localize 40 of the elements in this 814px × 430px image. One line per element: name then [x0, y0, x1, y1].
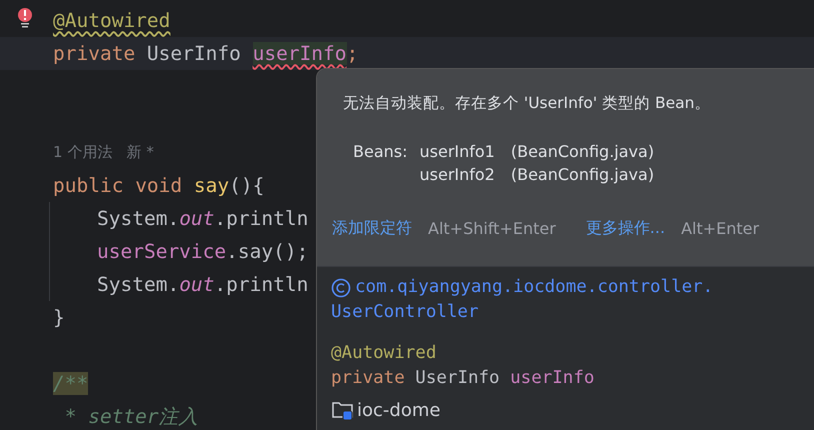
static-field: out [179, 272, 214, 296]
comment-text: * setter注入 [64, 404, 199, 428]
class-icon [331, 278, 351, 298]
field-name: userInfo [510, 368, 594, 388]
keyword-text: public [53, 174, 124, 198]
shortcut-text: Alt+Shift+Enter [428, 219, 556, 238]
beans-label: Beans: [353, 142, 408, 163]
keyword-text: ; [346, 42, 358, 66]
code-text: .say(); [226, 240, 308, 264]
static-field: out [179, 206, 214, 230]
keyword-text: private [331, 368, 406, 388]
class-package[interactable]: com.qiyangyang.iocdome.controller. [355, 275, 714, 300]
annotation-text: @Autowired [331, 343, 436, 363]
keyword-text: private [53, 42, 136, 66]
bean-source: (BeanConfig.java) [510, 142, 654, 161]
action-link[interactable]: 添加限定符 [332, 218, 412, 239]
code-text: UserInfo [146, 42, 242, 66]
keyword-text: void [135, 174, 184, 198]
class-name[interactable]: UserController [331, 300, 814, 325]
error-message: 无法自动装配。存在多个 'UserInfo' 类型的 Bean。 [343, 93, 712, 114]
module-name: ioc-dome [357, 400, 440, 420]
usage-hint[interactable]: 1 个用法 新 * [53, 136, 154, 169]
field-name: userService [97, 240, 226, 264]
code-text: .println [214, 206, 308, 230]
comment-text: /** [53, 372, 88, 396]
field-name: userInfo [252, 42, 347, 66]
code-text: (){ [229, 174, 264, 198]
method-name: say [194, 174, 230, 198]
annotation-text: @Autowired [53, 8, 170, 32]
bean-name: userInfo2 [420, 165, 495, 184]
shortcut-text: Alt+Enter [681, 219, 760, 238]
bean-name: userInfo1 [420, 142, 495, 161]
error-bulb-icon[interactable] [17, 7, 33, 29]
bean-source: (BeanConfig.java) [510, 165, 654, 184]
code-text: .println [214, 272, 308, 296]
action-link[interactable]: 更多操作... [586, 218, 666, 239]
code-text: UserInfo [415, 368, 501, 388]
code-text: } [53, 306, 65, 330]
code-text: System. [97, 272, 180, 296]
code-text: System. [97, 206, 180, 230]
